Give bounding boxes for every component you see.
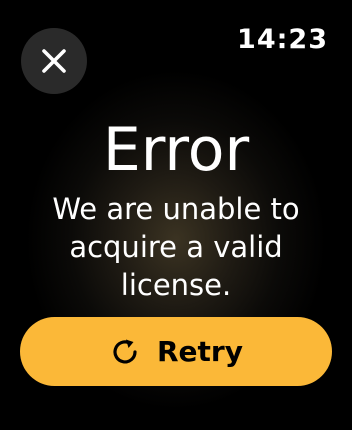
- status-time: 14:23: [237, 24, 328, 55]
- close-button[interactable]: [21, 28, 87, 94]
- error-title: Error: [102, 115, 250, 185]
- refresh-icon: [109, 336, 141, 368]
- retry-button[interactable]: Retry: [20, 317, 332, 386]
- error-message: We are unable to acquire a valid license…: [52, 192, 300, 302]
- close-icon: [41, 48, 67, 74]
- retry-label: Retry: [157, 335, 243, 368]
- error-screen: 14:23 Error We are unable to acquire a v…: [0, 0, 352, 430]
